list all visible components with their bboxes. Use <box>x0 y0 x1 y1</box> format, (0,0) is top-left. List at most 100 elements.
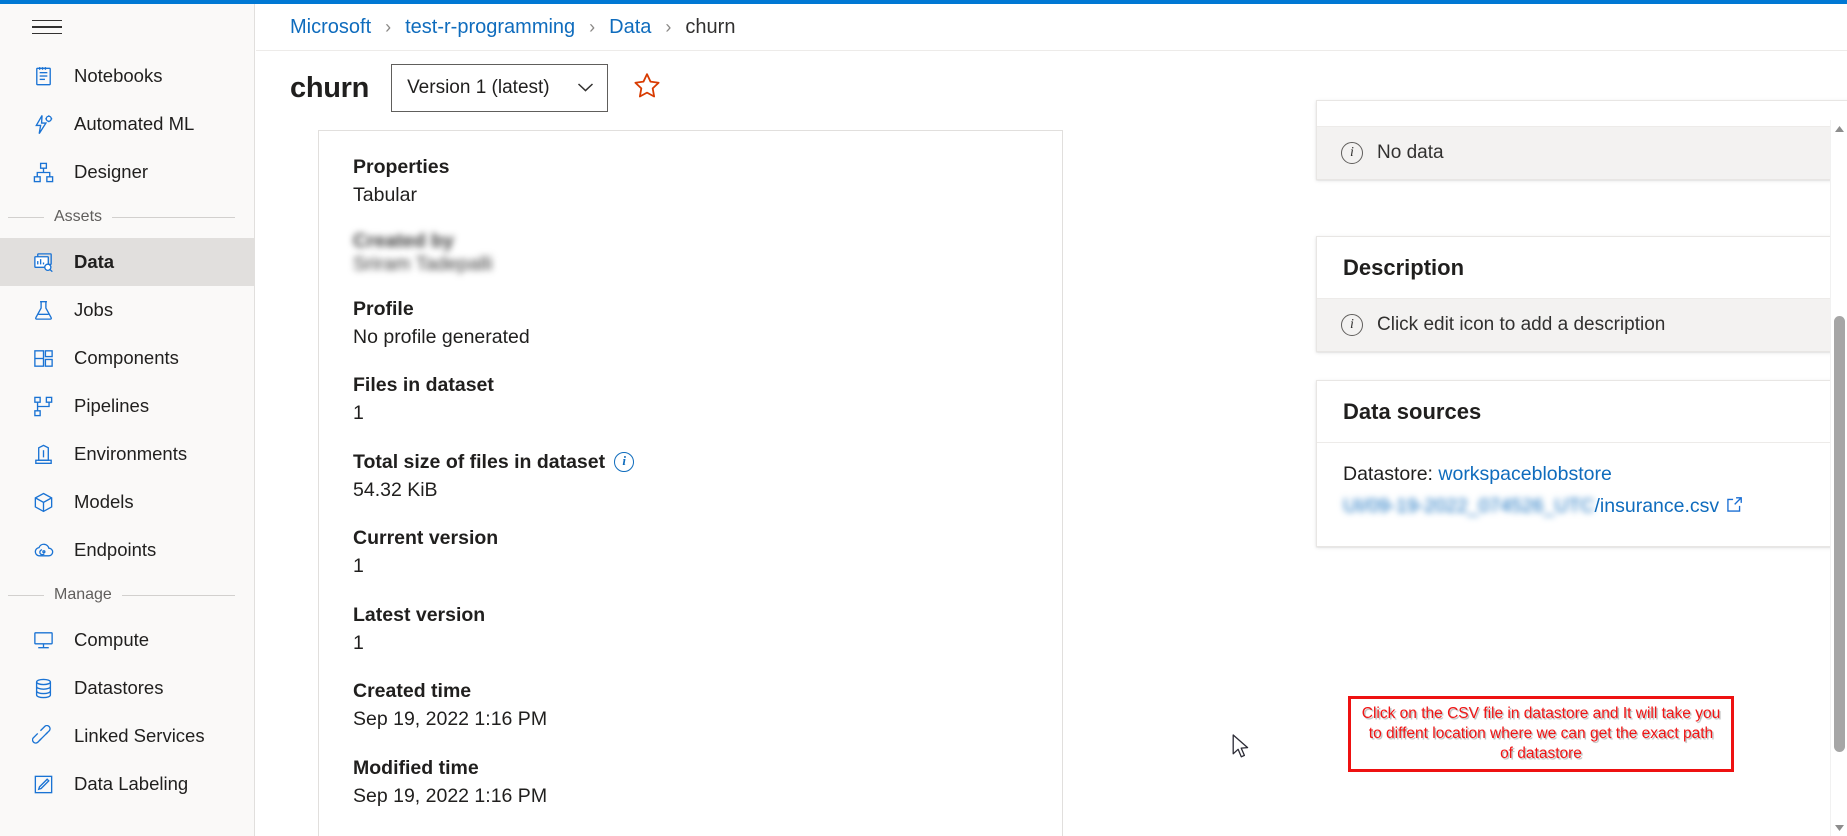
data-icon <box>30 249 56 275</box>
tags-empty-message: i No data <box>1317 127 1847 179</box>
left-sidebar: Notebooks Automated ML Designer Assets D… <box>0 4 255 836</box>
sidebar-nav-list: Notebooks Automated ML Designer Assets D… <box>0 52 255 808</box>
sidebar-item-datastores[interactable]: Datastores <box>0 664 255 712</box>
property-label: Latest version <box>353 603 486 626</box>
data-sources-card-header: Data sources <box>1317 381 1847 443</box>
csv-file-link[interactable]: /insurance.csv <box>1595 495 1720 517</box>
sidebar-item-compute[interactable]: Compute <box>0 616 255 664</box>
empty-message-text: No data <box>1377 142 1444 163</box>
data-labeling-icon <box>30 771 56 797</box>
property-row-created-by: Created by Sriram Tadepalli <box>353 230 1062 276</box>
favorite-star-button[interactable] <box>630 71 664 105</box>
property-label: Current version <box>353 527 499 550</box>
created-by-value-redacted: Sriram Tadepalli <box>353 252 493 275</box>
right-column: i No data Description i Click edit icon … <box>1316 100 1847 575</box>
property-row-latest-version: Latest version 1 <box>353 601 1062 659</box>
annotation-text: Click on the CSV file in datastore and I… <box>1361 705 1721 762</box>
sidebar-item-label: Linked Services <box>74 725 205 746</box>
version-dropdown[interactable]: Version 1 (latest) <box>391 64 609 112</box>
datastore-path-prefix-redacted: UI/09-19-2022_074526_UTC <box>1343 494 1595 517</box>
datastore-path-line: UI/09-19-2022_074526_UTC/insurance.csv <box>1343 491 1847 525</box>
property-value: Sep 19, 2022 1:16 PM <box>353 784 548 807</box>
hamburger-line <box>32 19 62 22</box>
divider <box>112 216 235 218</box>
property-label: Profile <box>353 297 414 320</box>
tags-card: i No data <box>1316 100 1847 180</box>
property-label-with-info: Total size of files in dataset i <box>353 448 1062 476</box>
breadcrumb-item-workspace[interactable]: test-r-programming <box>405 16 575 39</box>
sidebar-item-label: Notebooks <box>74 65 163 86</box>
version-dropdown-value: Version 1 (latest) <box>407 77 550 98</box>
global-nav-toggle-button[interactable] <box>32 16 62 38</box>
endpoints-cloud-icon <box>30 537 56 563</box>
sidebar-item-data-labeling[interactable]: Data Labeling <box>0 760 255 808</box>
properties-panel: Properties Tabular Created by Sriram Tad… <box>318 130 1063 836</box>
page-title: churn <box>290 71 370 104</box>
datastore-line: Datastore: workspaceblobstore <box>1343 459 1847 491</box>
property-label: Modified time <box>353 756 479 779</box>
info-circle-icon[interactable]: i <box>614 451 635 472</box>
breadcrumb-item-churn: churn <box>685 15 736 38</box>
sidebar-item-endpoints[interactable]: Endpoints <box>0 526 255 574</box>
description-card-title: Description <box>1343 254 1465 280</box>
chevron-right-icon: › <box>385 16 392 37</box>
property-row-type: Properties Tabular <box>353 153 1062 211</box>
sidebar-item-label: Components <box>74 347 179 368</box>
annotation-callout: Click on the CSV file in datastore and I… <box>1348 696 1734 772</box>
datastore-link[interactable]: workspaceblobstore <box>1438 463 1611 485</box>
hamburger-line <box>32 32 62 35</box>
property-row-current-version: Current version 1 <box>353 524 1062 582</box>
sidebar-item-label: Data <box>74 251 115 272</box>
external-link-icon[interactable] <box>1725 493 1744 525</box>
sidebar-item-label: Compute <box>74 629 150 650</box>
sidebar-item-automated-ml[interactable]: Automated ML <box>0 100 255 148</box>
sidebar-item-linked-services[interactable]: Linked Services <box>0 712 255 760</box>
scrollbar-thumb[interactable] <box>1834 316 1845 752</box>
sidebar-item-label: Designer <box>74 161 149 182</box>
divider <box>121 594 235 596</box>
scroll-up-arrow-icon[interactable] <box>1831 120 1847 137</box>
chevron-right-icon: › <box>589 16 596 37</box>
sidebar-item-pipelines[interactable]: Pipelines <box>0 382 255 430</box>
description-card-header: Description <box>1317 237 1847 299</box>
vertical-scrollbar[interactable] <box>1830 120 1847 836</box>
breadcrumb-item-microsoft[interactable]: Microsoft <box>290 16 371 39</box>
info-circle-icon: i <box>1341 314 1363 336</box>
sidebar-item-label: Jobs <box>74 299 114 320</box>
properties-heading: Properties <box>353 156 450 178</box>
linked-services-icon <box>30 723 56 749</box>
sidebar-item-label: Environments <box>74 443 188 464</box>
property-row-created-time: Created time Sep 19, 2022 1:16 PM <box>353 677 1062 735</box>
property-value: 1 <box>353 402 364 425</box>
sidebar-item-notebooks[interactable]: Notebooks <box>0 52 255 100</box>
data-sources-card-title: Data sources <box>1343 398 1482 424</box>
property-row-total-size: Total size of files in dataset i 54.32 K… <box>353 448 1062 506</box>
data-sources-card: Data sources Datastore: workspaceblobsto… <box>1316 380 1847 548</box>
datastores-database-icon <box>30 675 56 701</box>
sidebar-item-label: Pipelines <box>74 395 150 416</box>
sidebar-item-jobs[interactable]: Jobs <box>0 286 255 334</box>
sidebar-item-data[interactable]: Data <box>0 238 255 286</box>
property-value: Sep 19, 2022 1:16 PM <box>353 708 548 731</box>
property-row-profile: Profile No profile generated <box>353 295 1062 353</box>
chevron-right-icon: › <box>665 16 672 37</box>
sidebar-item-environments[interactable]: Environments <box>0 430 255 478</box>
properties-type-value: Tabular <box>353 184 417 207</box>
property-label: Created time <box>353 680 472 703</box>
environments-icon <box>30 441 56 467</box>
scroll-down-arrow-icon[interactable] <box>1831 819 1847 836</box>
created-by-label-redacted: Created by <box>353 229 454 252</box>
datastore-label: Datastore: <box>1343 463 1439 485</box>
property-label: Files in dataset <box>353 374 494 397</box>
breadcrumb: Microsoft › test-r-programming › Data › … <box>256 4 1847 51</box>
models-cube-icon <box>30 489 56 515</box>
sidebar-item-models[interactable]: Models <box>0 478 255 526</box>
star-outline-icon <box>632 71 662 105</box>
main-content: Properties Tabular Created by Sriram Tad… <box>256 100 1847 836</box>
automated-ml-icon <box>30 111 56 137</box>
sidebar-item-components[interactable]: Components <box>0 334 255 382</box>
sidebar-item-designer[interactable]: Designer <box>0 148 255 196</box>
sidebar-item-label: Models <box>74 491 134 512</box>
breadcrumb-item-data[interactable]: Data <box>609 16 651 39</box>
sidebar-item-label: Data Labeling <box>74 773 189 794</box>
